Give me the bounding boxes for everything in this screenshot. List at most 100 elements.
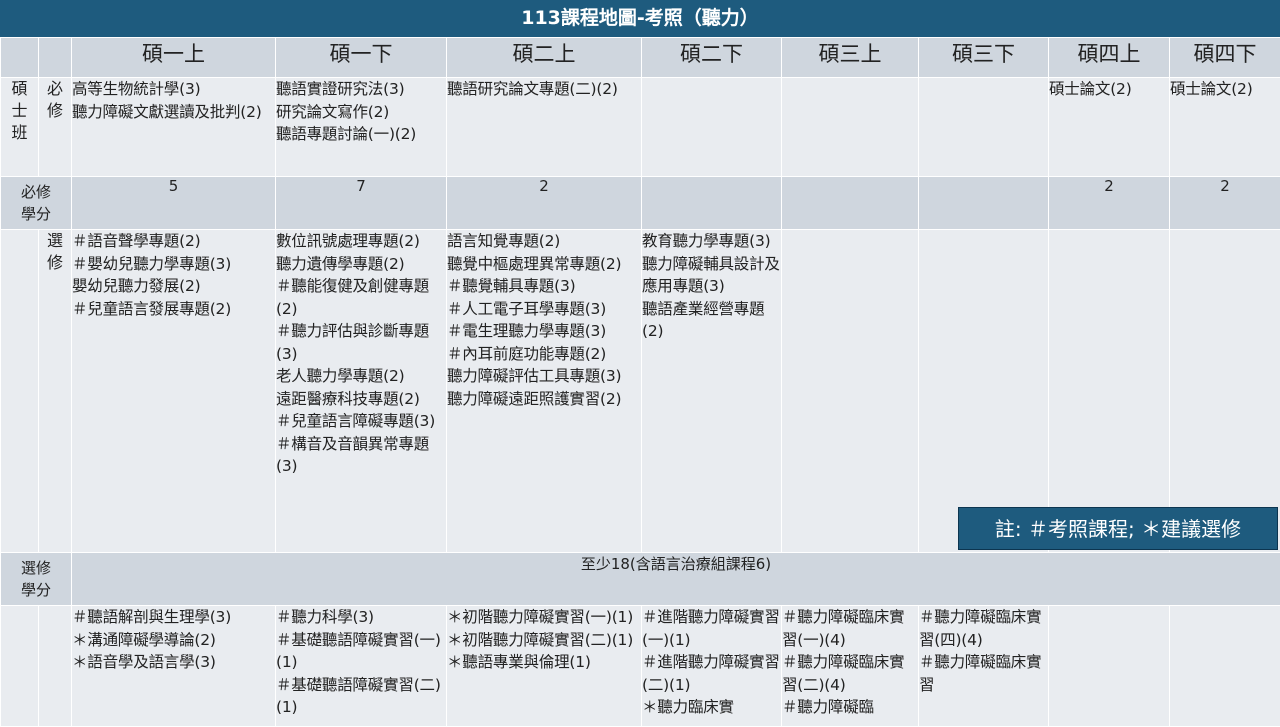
credit-value: [782, 177, 919, 230]
required-cell: [782, 78, 919, 177]
required-cell: [642, 78, 782, 177]
practicum-cell: ＃聽力障礙臨床實習(四)(4)＃聽力障礙臨床實習: [919, 606, 1049, 727]
elective-cell: [782, 230, 919, 553]
course-item: ＃進階聽力障礙實習(二)(1): [642, 651, 781, 696]
blank-cell: [1, 230, 39, 553]
required-credits-label: 必修學分: [1, 177, 72, 230]
semester-header: 碩二下: [642, 38, 782, 78]
course-item: ＃人工電子耳學專題(3): [447, 298, 641, 321]
course-item: 高等生物統計學(3): [72, 78, 275, 101]
course-item: ＃聽力障礙臨床實習(一)(4): [782, 606, 918, 651]
semester-header: 碩三下: [919, 38, 1049, 78]
course-item: 聽語專題討論(一)(2): [276, 123, 446, 146]
course-item: 聽力障礙遠距照護實習(2): [447, 388, 641, 411]
course-item: 聽語實證研究法(3): [276, 78, 446, 101]
required-cell: 碩士論文(2): [1170, 78, 1280, 177]
course-map-table: 碩一上 碩一下 碩二上 碩二下 碩三上 碩三下 碩四上 碩四下 碩士班 必修 高…: [0, 37, 1280, 727]
practicum-cell: [1049, 606, 1170, 727]
course-item: 聽力遺傳學專題(2): [276, 253, 446, 276]
blank-cell: [1, 606, 39, 727]
course-item: ＃兒童語言障礙專題(3): [276, 410, 446, 433]
course-item: ＊聽語專業與倫理(1): [447, 651, 641, 674]
practicum-cell: ＃聽力科學(3)＃基礎聽語障礙實習(一)(1)＃基礎聽語障礙實習(二)(1): [276, 606, 447, 727]
program-label: 碩士班: [1, 78, 39, 177]
course-item: ＃基礎聽語障礙實習(二)(1): [276, 674, 446, 719]
course-item: ＃構音及音韻異常專題(3): [276, 433, 446, 478]
practicum-cell: [1170, 606, 1280, 727]
elective-cell: 教育聽力學專題(3)聽力障礙輔具設計及應用專題(3)聽語產業經營專題(2): [642, 230, 782, 553]
course-item: 遠距醫療科技專題(2): [276, 388, 446, 411]
credit-value: 2: [1170, 177, 1280, 230]
course-item: ＃聽覺輔具專題(3): [447, 275, 641, 298]
course-item: ＃聽語解剖與生理學(3): [72, 606, 275, 629]
credit-value: 7: [276, 177, 447, 230]
credit-value: 5: [72, 177, 276, 230]
course-item: ＊溝通障礙學導論(2): [72, 629, 275, 652]
legend-note: 註: ＃考照課程; ＊建議選修: [958, 507, 1278, 550]
course-item: ＃聽能復健及創健專題(2): [276, 275, 446, 320]
elective-cell: [1170, 230, 1280, 553]
required-cell: 高等生物統計學(3)聽力障礙文獻選讀及批判(2): [72, 78, 276, 177]
blank-cell: [39, 606, 72, 727]
practicum-cell: ＊初階聽力障礙實習(一)(1)＊初階聽力障礙實習(二)(1)＊聽語專業與倫理(1…: [447, 606, 642, 727]
required-cell: [919, 78, 1049, 177]
course-item: ＃聽力科學(3): [276, 606, 446, 629]
semester-header: 碩四下: [1170, 38, 1280, 78]
credit-value: [919, 177, 1049, 230]
course-item: ＃進階聽力障礙實習(一)(1): [642, 606, 781, 651]
corner-cell: [1, 38, 39, 78]
course-item: ＃聽力障礙臨: [782, 696, 918, 719]
semester-header: 碩四上: [1049, 38, 1170, 78]
course-item: ＃聽力障礙臨床實習(四)(4): [919, 606, 1048, 651]
practicum-cell: ＃聽語解剖與生理學(3)＊溝通障礙學導論(2)＊語音學及語言學(3): [72, 606, 276, 727]
elective-cell: 語言知覺專題(2)聽覺中樞處理異常專題(2)＃聽覺輔具專題(3)＃人工電子耳學專…: [447, 230, 642, 553]
course-item: ＃聽力評估與診斷專題(3): [276, 320, 446, 365]
required-cell: 聽語研究論文專題(二)(2): [447, 78, 642, 177]
credit-value: [642, 177, 782, 230]
course-item: ＃語音聲學專題(2): [72, 230, 275, 253]
required-label: 必修: [39, 78, 72, 177]
semester-header: 碩二上: [447, 38, 642, 78]
elective-cell: [919, 230, 1049, 553]
required-cell: 碩士論文(2): [1049, 78, 1170, 177]
course-item: 聽語研究論文專題(二)(2): [447, 78, 641, 101]
course-item: 研究論文寫作(2): [276, 101, 446, 124]
course-item: 數位訊號處理專題(2): [276, 230, 446, 253]
semester-header-row: 碩一上 碩一下 碩二上 碩二下 碩三上 碩三下 碩四上 碩四下: [1, 38, 1280, 78]
course-item: 嬰幼兒聽力發展(2): [72, 275, 275, 298]
semester-header: 碩一上: [72, 38, 276, 78]
course-item: ＊聽力臨床實: [642, 696, 781, 719]
elective-credits-row: 選修學分 至少18(含語言治療組課程6): [1, 553, 1280, 606]
elective-credits-value: 至少18(含語言治療組課程6): [72, 553, 1280, 606]
course-item: ＊語音學及語言學(3): [72, 651, 275, 674]
course-item: 聽語產業經營專題(2): [642, 298, 781, 343]
course-item: 聽力障礙文獻選讀及批判(2): [72, 101, 275, 124]
course-item: ＃兒童語言發展專題(2): [72, 298, 275, 321]
course-item: ＃電生理聽力學專題(3): [447, 320, 641, 343]
semester-header: 碩三上: [782, 38, 919, 78]
course-item: 聽力障礙輔具設計及應用專題(3): [642, 253, 781, 298]
practicum-cell: ＃進階聽力障礙實習(一)(1)＃進階聽力障礙實習(二)(1)＊聽力臨床實: [642, 606, 782, 727]
practicum-cell: ＃聽力障礙臨床實習(一)(4)＃聽力障礙臨床實習(二)(4)＃聽力障礙臨: [782, 606, 919, 727]
credit-value: 2: [1049, 177, 1170, 230]
elective-cell: ＃語音聲學專題(2)＃嬰幼兒聽力學專題(3)嬰幼兒聽力發展(2)＃兒童語言發展專…: [72, 230, 276, 553]
course-item: 碩士論文(2): [1170, 78, 1280, 101]
page-title: 113課程地圖-考照（聽力）: [0, 0, 1280, 37]
course-item: ＃內耳前庭功能專題(2): [447, 343, 641, 366]
course-item: 碩士論文(2): [1049, 78, 1169, 101]
course-item: ＃聽力障礙臨床實習(二)(4): [782, 651, 918, 696]
course-item: 教育聽力學專題(3): [642, 230, 781, 253]
course-item: 語言知覺專題(2): [447, 230, 641, 253]
course-item: ＃聽力障礙臨床實習: [919, 651, 1048, 696]
practicum-row: ＃聽語解剖與生理學(3)＊溝通障礙學導論(2)＊語音學及語言學(3) ＃聽力科學…: [1, 606, 1280, 727]
course-item: 老人聽力學專題(2): [276, 365, 446, 388]
elective-cell: 數位訊號處理專題(2)聽力遺傳學專題(2)＃聽能復健及創健專題(2)＃聽力評估與…: [276, 230, 447, 553]
required-row: 碩士班 必修 高等生物統計學(3)聽力障礙文獻選讀及批判(2) 聽語實證研究法(…: [1, 78, 1280, 177]
course-item: 聽覺中樞處理異常專題(2): [447, 253, 641, 276]
corner-cell: [39, 38, 72, 78]
course-item: ＃嬰幼兒聽力學專題(3): [72, 253, 275, 276]
course-item: ＊初階聽力障礙實習(二)(1): [447, 629, 641, 652]
required-cell: 聽語實證研究法(3)研究論文寫作(2)聽語專題討論(一)(2): [276, 78, 447, 177]
course-item: ＃基礎聽語障礙實習(一)(1): [276, 629, 446, 674]
elective-row: 選修 ＃語音聲學專題(2)＃嬰幼兒聽力學專題(3)嬰幼兒聽力發展(2)＃兒童語言…: [1, 230, 1280, 553]
